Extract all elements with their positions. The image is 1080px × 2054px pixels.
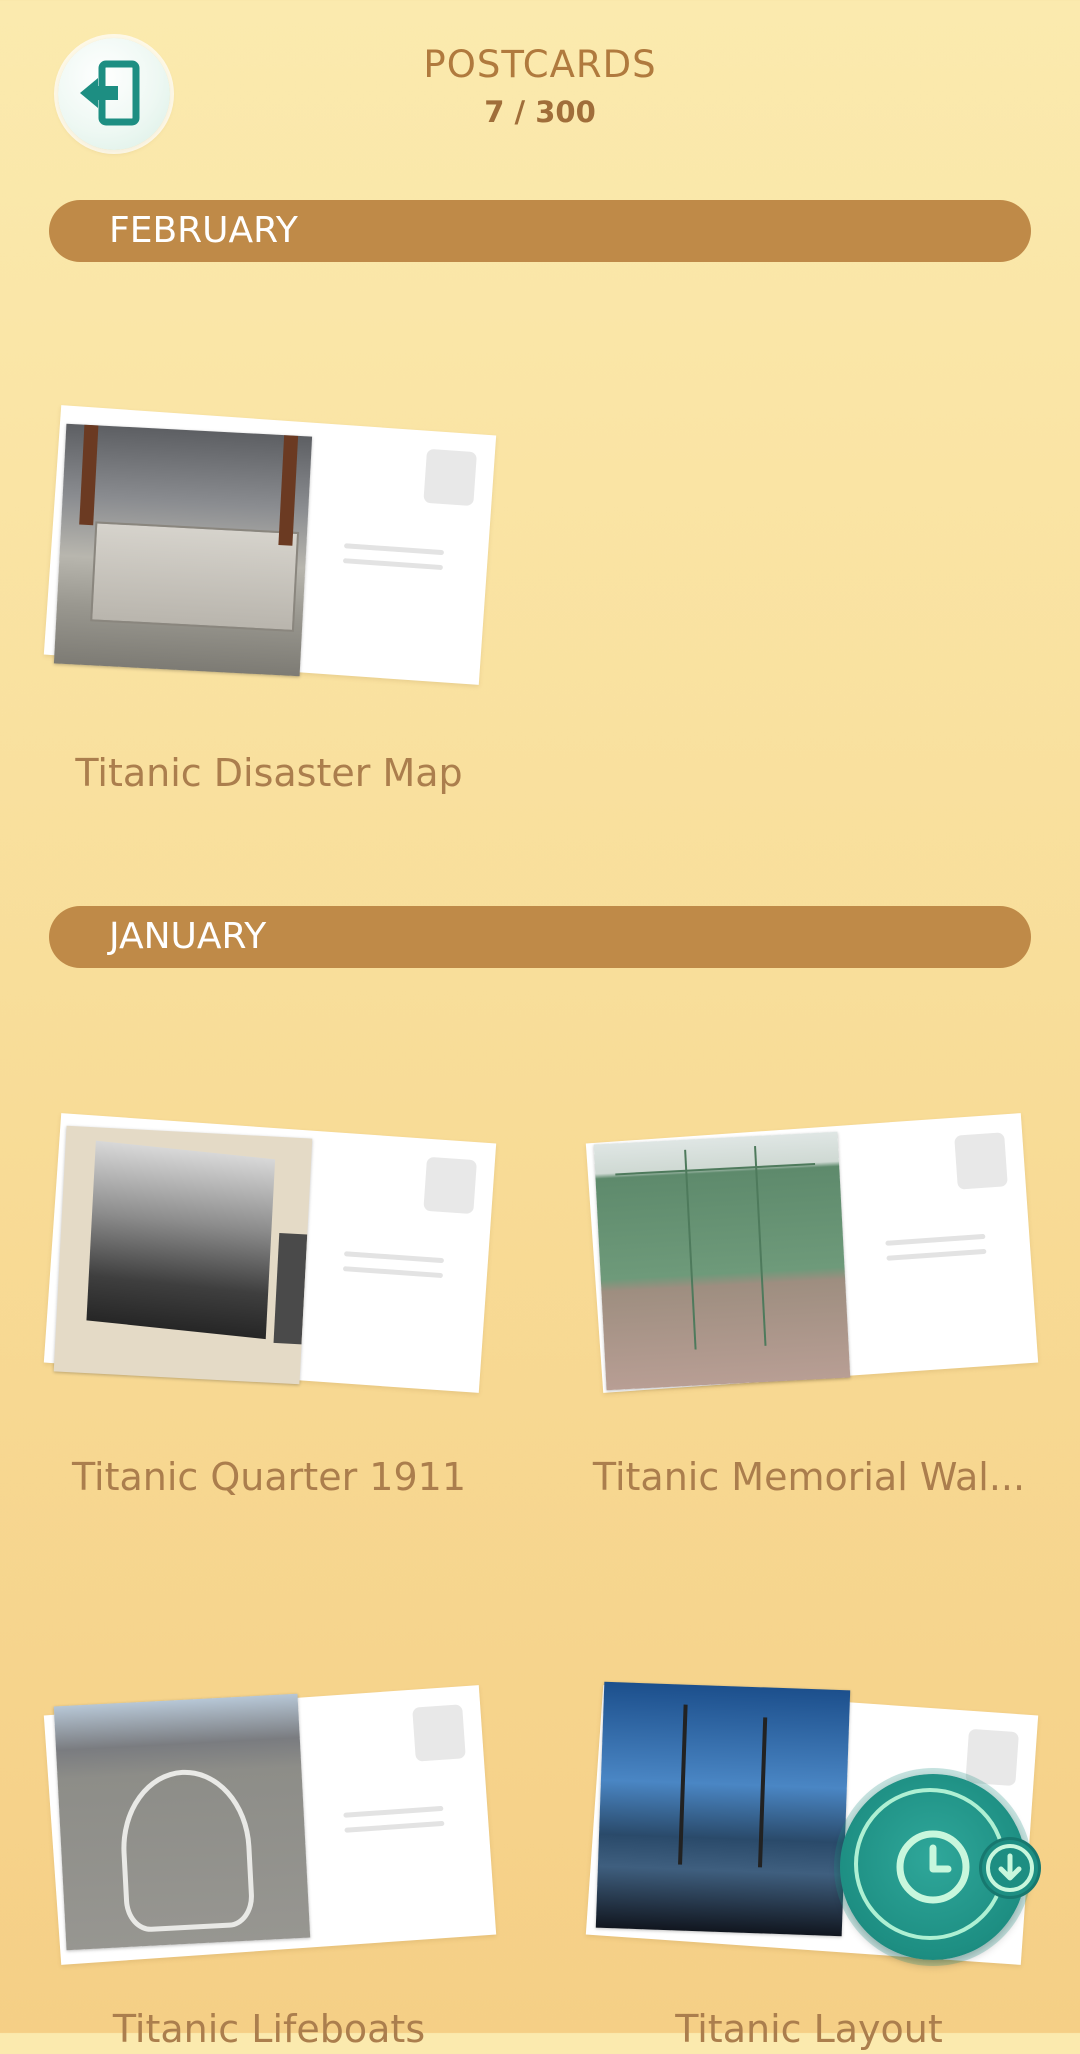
postcard-caption: Titanic Layout [675,2007,943,2051]
stamp-placeholder [423,448,477,507]
stamp-placeholder [954,1132,1008,1190]
section-header-january: JANUARY [49,906,1031,968]
postcard-photo [595,1681,851,1937]
postcard-caption: Titanic Lifeboats [112,2007,426,2051]
header: POSTCARDS 7 / 300 [0,40,1080,134]
download-badge [982,1840,1038,1896]
address-line [343,558,444,571]
address-line [344,1251,445,1264]
postcard-caption: Titanic Memorial Wal... [592,1455,1026,1499]
download-arrow-icon [986,1844,1034,1892]
page-title: POSTCARDS [423,43,657,86]
history-fab-button[interactable] [840,1774,1038,1960]
stamp-placeholder [412,1704,466,1762]
address-line [886,1248,987,1261]
address-line [885,1233,986,1246]
clock-icon [896,1830,970,1904]
stamp-placeholder [965,1728,1019,1787]
postcard-photo [53,1693,311,1951]
address-line [344,543,445,556]
postcard-caption: Titanic Disaster Map [75,751,463,795]
address-line [343,1805,444,1818]
collection-count: 7 / 300 [484,95,596,129]
address-line [344,1820,445,1833]
address-line [343,1266,444,1279]
section-header-february: FEBRUARY [49,200,1031,262]
postcard-photo [53,423,313,677]
postcard-caption: Titanic Quarter 1911 [72,1455,466,1499]
section-label: FEBRUARY [109,210,298,251]
postcard-photo [593,1131,851,1391]
postcard-photo [53,1125,313,1385]
stamp-placeholder [423,1156,477,1215]
section-label: JANUARY [109,916,267,957]
